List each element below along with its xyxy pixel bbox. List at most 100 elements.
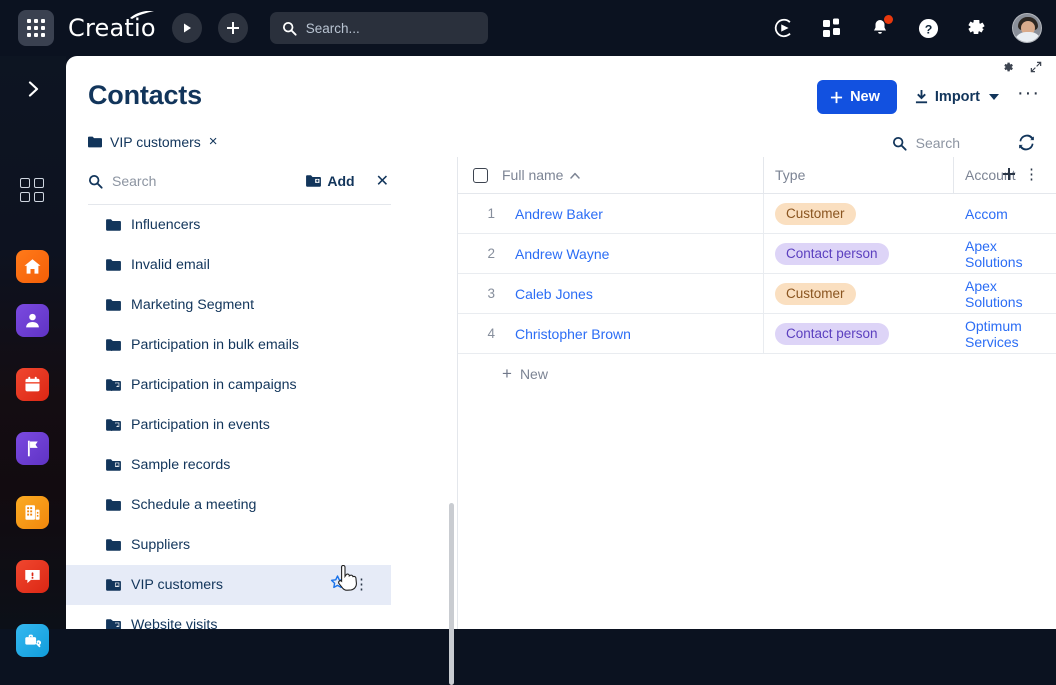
sidebar-item-cases[interactable] (16, 560, 49, 593)
plus-icon[interactable] (217, 13, 248, 43)
sidebar-item-calendar[interactable] (16, 368, 49, 401)
search-icon (88, 174, 103, 189)
account-link[interactable]: Accom (953, 206, 1056, 222)
search-icon (282, 21, 297, 36)
new-button[interactable]: New (817, 80, 897, 114)
folder-item[interactable]: Schedule a meeting⋮ (66, 485, 391, 525)
add-folder-button[interactable]: Add (306, 173, 355, 189)
folder-icon (88, 136, 102, 147)
top-navigation-bar: Creatio Search... ? (0, 0, 1056, 56)
folder-icon (106, 538, 121, 552)
page-settings-gear-icon[interactable] (1002, 61, 1014, 73)
apps-tiles-icon[interactable] (820, 16, 844, 40)
status-badge: Customer (775, 202, 856, 225)
import-button[interactable]: Import (915, 89, 1000, 105)
sidebar-item-campaigns[interactable] (16, 432, 49, 465)
settings-gear-icon[interactable] (964, 16, 988, 40)
status-badge: Contact person (775, 322, 889, 345)
folder-item[interactable]: Website visits⋮ (66, 605, 391, 629)
table-row[interactable]: 1 Andrew Baker Customer Accom (458, 194, 1056, 234)
folder-item[interactable]: VIP customers ⋮ (66, 565, 391, 605)
table-row[interactable]: 2 Andrew Wayne Contact person Apex Solution… (458, 234, 1056, 274)
notifications-bell-icon[interactable] (868, 15, 893, 40)
plus-icon: + (502, 363, 512, 383)
import-download-icon (915, 90, 927, 104)
expand-chevron-icon[interactable] (108, 419, 120, 431)
type-cell: Contact person (763, 314, 953, 353)
add-row-button[interactable]: + New (458, 354, 1056, 393)
column-header-type[interactable]: Type (763, 157, 953, 193)
folder-item-label: Influencers (131, 217, 201, 233)
expand-chevron-icon[interactable] (108, 379, 120, 391)
active-folder-chip[interactable]: VIP customers × (88, 133, 218, 150)
contact-name-link[interactable]: Andrew Baker (502, 206, 763, 222)
folder-add-icon (306, 174, 322, 187)
folder-icon (106, 578, 121, 592)
folder-item[interactable]: Influencers⋮ (66, 205, 391, 245)
play-icon[interactable] (171, 13, 202, 43)
folder-search-placeholder[interactable]: Search (112, 173, 297, 189)
folder-list-scrollbar[interactable] (449, 503, 454, 685)
add-column-icon[interactable] (1002, 167, 1016, 184)
header-actions: New Import ··· (817, 80, 1040, 114)
folder-item[interactable]: Participation in campaigns⋮ (66, 365, 391, 405)
creatio-ai-icon[interactable] (772, 16, 796, 40)
favorite-star-icon[interactable] (330, 575, 345, 595)
contact-name-link[interactable]: Caleb Jones (502, 286, 763, 302)
folder-item[interactable]: Participation in events⋮ (66, 405, 391, 445)
global-search-input[interactable]: Search... (269, 12, 488, 44)
row-menu-icon[interactable]: ⋮ (354, 577, 369, 592)
expand-chevron-icon[interactable] (108, 619, 120, 629)
refresh-icon[interactable] (1018, 134, 1035, 156)
creatio-logo[interactable]: Creatio (68, 11, 156, 42)
expand-fullscreen-icon[interactable] (1030, 61, 1042, 73)
sidebar-item-contacts[interactable] (16, 304, 49, 337)
topbar-right-icons: ? (772, 13, 1056, 43)
calendar-icon (25, 376, 40, 392)
grid-search-input[interactable]: Search (892, 135, 960, 151)
folder-item[interactable]: Invalid email⋮ (66, 245, 391, 285)
app-grid-icon[interactable] (18, 10, 54, 46)
folder-item[interactable]: Sample records⋮ (66, 445, 391, 485)
expand-chevron-icon[interactable] (108, 339, 120, 351)
folder-item-label: Participation in events (131, 417, 270, 433)
avatar-body (1014, 32, 1041, 42)
column-header-account[interactable]: Account ⋮ (953, 157, 1056, 193)
import-button-label: Import (934, 89, 981, 105)
folder-list[interactable]: Influencers⋮Invalid email⋮Marketing Segm… (66, 205, 391, 629)
contact-name-link[interactable]: Christopher Brown (502, 326, 763, 342)
plus-icon (831, 91, 843, 103)
folder-item[interactable]: Suppliers⋮ (66, 525, 391, 565)
table-row[interactable]: 3 Caleb Jones Customer Apex Solutions (458, 274, 1056, 314)
sidebar-item-accounts[interactable] (16, 496, 49, 529)
page-title: Contacts (88, 80, 202, 110)
sidebar-item-home[interactable] (16, 250, 49, 283)
folder-item-label: Participation in campaigns (131, 377, 297, 393)
chevron-right-icon[interactable] (22, 78, 44, 100)
add-row-label: New (519, 365, 548, 382)
row-index: 1 (487, 206, 495, 221)
contact-name-link[interactable]: Andrew Wayne (502, 246, 763, 262)
folder-item[interactable]: Marketing Segment⋮ (66, 285, 391, 325)
user-avatar[interactable] (1012, 13, 1042, 43)
more-actions-button[interactable]: ··· (1017, 83, 1040, 106)
select-all-checkbox[interactable] (472, 167, 488, 183)
folder-item[interactable]: Participation in bulk emails⋮ (66, 325, 391, 365)
close-folder-panel-icon[interactable]: ✕ (376, 171, 389, 191)
feedback-icon (25, 570, 40, 584)
account-link[interactable]: Optimum Services (953, 318, 1056, 350)
new-button-label: New (850, 89, 880, 105)
folder-icon (106, 218, 121, 232)
table-row[interactable]: 4 Christopher Brown Contact person Optimum … (458, 314, 1056, 354)
column-header-full-name[interactable]: Full name (502, 167, 763, 183)
column-menu-icon[interactable]: ⋮ (1024, 167, 1039, 182)
workspaces-grid-icon[interactable] (20, 178, 44, 202)
folder-item-label: Participation in bulk emails (131, 337, 299, 353)
remove-folder-filter-icon[interactable]: × (209, 133, 218, 150)
account-link[interactable]: Apex Solutions (953, 238, 1056, 270)
account-link[interactable]: Apex Solutions (953, 278, 1056, 310)
folder-item-label: Sample records (131, 457, 231, 473)
folder-item-label: Suppliers (131, 537, 191, 553)
grid-body: 1 Andrew Baker Customer Accom 2 Andrew Wayne C… (458, 194, 1056, 354)
help-question-icon[interactable]: ? (916, 16, 940, 40)
